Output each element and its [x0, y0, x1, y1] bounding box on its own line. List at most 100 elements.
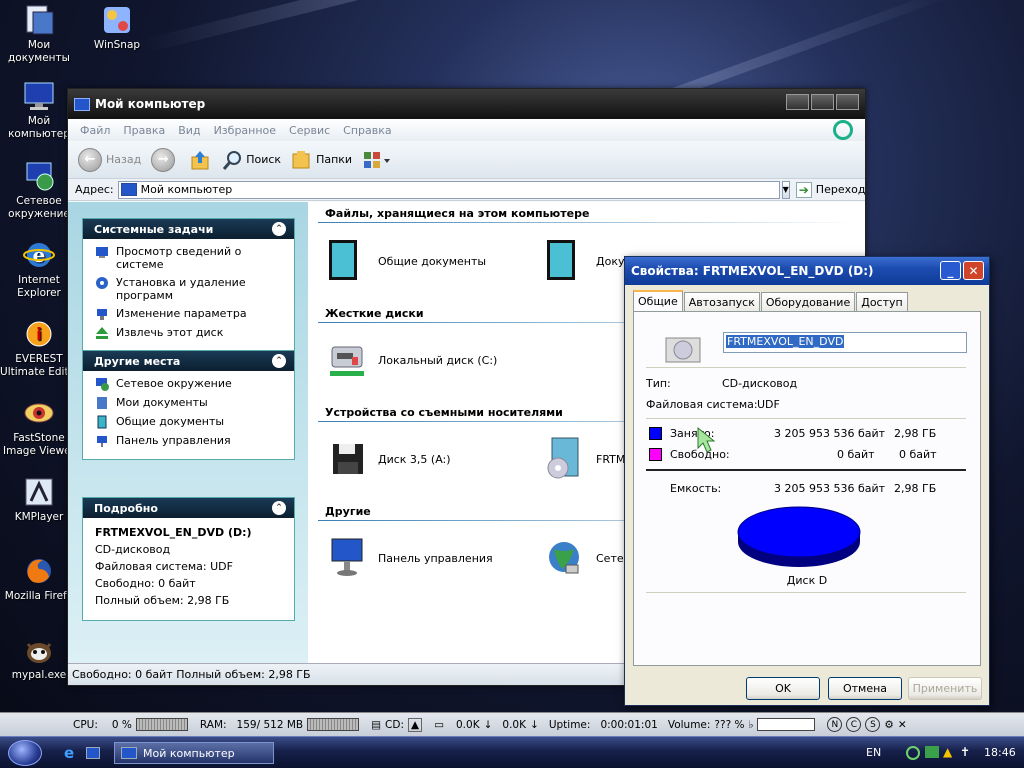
desktop-icon-label: Мои документы [8, 39, 70, 64]
task-view-system-info[interactable]: Просмотр сведений о системе [95, 245, 286, 271]
ok-button[interactable]: OK [746, 677, 820, 700]
used-gb: 2,98 ГБ [894, 427, 937, 440]
menu-file[interactable]: Файл [80, 124, 110, 137]
clock[interactable]: 18:46 [984, 746, 1016, 759]
toolbar: ← Назад → Поиск Папки [68, 141, 865, 179]
item-shared-documents[interactable]: Общие документы [326, 238, 486, 284]
task-change-setting[interactable]: Изменение параметра [95, 307, 286, 321]
tab-general[interactable]: Общие [633, 290, 683, 311]
system-tasks-header[interactable]: Системные задачи ⌃ [83, 219, 294, 239]
place-shared-documents[interactable]: Общие документы [95, 415, 286, 429]
control-panel-icon [326, 535, 368, 581]
menu-tools[interactable]: Сервис [289, 124, 330, 137]
close-monitor-icon[interactable]: ✕ [898, 719, 907, 731]
caps-lock-icon: C [846, 717, 862, 732]
net-up-value: 0.0K [502, 718, 526, 731]
views-icon [364, 151, 391, 168]
language-indicator[interactable]: EN [866, 746, 881, 759]
place-my-documents[interactable]: Мои документы [95, 396, 286, 410]
menu-view[interactable]: Вид [178, 124, 200, 137]
cpu-value: 0 % [111, 718, 132, 731]
desktop-icon-my-documents[interactable]: Мои документы [0, 4, 78, 65]
used-color-swatch [649, 427, 662, 440]
start-button[interactable] [8, 740, 42, 766]
kmplayer-icon [23, 476, 55, 508]
details-header[interactable]: Подробно ⌃ [83, 498, 294, 518]
menu-edit[interactable]: Правка [123, 124, 165, 137]
tab-autoplay[interactable]: Автозапуск [683, 292, 760, 311]
views-button[interactable] [362, 149, 392, 171]
my-documents-icon [23, 4, 55, 36]
maximize-button[interactable] [811, 94, 834, 110]
taskbar-button-my-computer[interactable]: Мой компьютер [114, 742, 274, 764]
dialog-close-button[interactable]: ✕ [963, 261, 984, 280]
forward-button[interactable]: → [151, 147, 179, 172]
collapse-chevron-icon[interactable]: ⌃ [272, 501, 286, 515]
item-local-disk-c[interactable]: Локальный диск (C:) [326, 337, 497, 383]
type-label: Тип: [646, 377, 671, 390]
address-dropdown-button[interactable]: ▼ [781, 180, 790, 199]
up-button[interactable] [189, 149, 211, 171]
upload-arrow-icon: ↓ [530, 718, 539, 731]
tab-sharing[interactable]: Доступ [856, 292, 908, 311]
folder-up-icon [191, 150, 209, 169]
tray-update-icon[interactable] [906, 746, 920, 760]
task-eject-disc[interactable]: Извлечь этот диск [95, 326, 286, 340]
hard-disk-icon [326, 337, 368, 383]
tray-tools-icon[interactable]: ✝ [960, 745, 970, 759]
cancel-button[interactable]: Отмена [828, 677, 902, 700]
back-button[interactable]: ← Назад [78, 147, 141, 172]
collapse-chevron-icon[interactable]: ⌃ [272, 354, 286, 368]
cd-eject-button[interactable]: ▲ [408, 717, 423, 732]
place-network[interactable]: Сетевое окружение [95, 377, 286, 391]
capacity-label: Емкость: [670, 482, 722, 495]
volume-name-input[interactable]: FRTMEXVOL_EN_DVD [723, 332, 967, 353]
cpu-meter [135, 718, 188, 731]
item-floppy-a[interactable]: Диск 3,5 (A:) [326, 436, 451, 482]
winsnap-icon [101, 4, 133, 36]
item-dvd-drive[interactable]: FRTM [544, 436, 625, 482]
explorer-titlebar[interactable]: Мой компьютер [68, 89, 865, 119]
volume-slider[interactable] [757, 718, 816, 731]
ie-icon: e [23, 239, 55, 271]
tab-hardware[interactable]: Оборудование [760, 292, 856, 311]
my-documents-icon [97, 397, 107, 409]
svg-text:e: e [33, 243, 46, 267]
place-control-panel[interactable]: Панель управления [95, 434, 286, 448]
tray-warning-icon[interactable]: ▲ [943, 745, 952, 759]
collapse-chevron-icon[interactable]: ⌃ [272, 222, 286, 236]
volume-value: ??? % [714, 718, 745, 731]
other-places-header[interactable]: Другие места ⌃ [83, 351, 294, 371]
item-documents[interactable]: Доку [544, 238, 624, 284]
documents-folder-icon [544, 238, 586, 284]
task-add-remove-programs[interactable]: Установка и удаление программ [95, 276, 286, 302]
minimize-button[interactable] [786, 94, 809, 110]
group-header-hard-disks: Жесткие диски [325, 307, 424, 320]
tray-network-icon[interactable] [925, 746, 939, 758]
search-button[interactable]: Поиск [221, 149, 281, 171]
menu-favorites[interactable]: Избранное [214, 124, 276, 137]
folders-button[interactable]: Папки [291, 149, 352, 171]
dialog-minimize-button[interactable]: _ [940, 261, 961, 280]
go-arrow-icon: ➔ [795, 181, 812, 198]
cd-drive-icon [665, 337, 701, 363]
close-button[interactable] [836, 94, 859, 110]
address-input[interactable]: Мой компьютер [117, 180, 780, 199]
firefox-icon [23, 555, 55, 587]
settings-gear-icon[interactable]: ⚙ [884, 719, 893, 731]
item-network[interactable]: Сете [544, 535, 624, 581]
quicklaunch-ie-icon[interactable]: e [64, 744, 74, 762]
desktop-icon-winsnap[interactable]: WinSnap [78, 4, 156, 52]
item-control-panel[interactable]: Панель управления [326, 535, 493, 581]
menu-help[interactable]: Справка [343, 124, 391, 137]
other-places-panel: Другие места ⌃ Сетевое окружение Мои доку… [82, 350, 295, 460]
apply-button[interactable]: Применить [908, 677, 982, 700]
dialog-titlebar[interactable]: Свойства: FRTMEXVOL_EN_DVD (D:) _ ✕ [625, 257, 989, 285]
svg-text:i: i [36, 325, 42, 345]
quicklaunch-desktop-icon[interactable] [86, 747, 100, 759]
capacity-gb: 2,98 ГБ [894, 482, 937, 495]
go-button[interactable]: ➔ Переход [795, 181, 865, 198]
download-arrow-icon: ↓ [483, 718, 493, 731]
windows-logo-icon [833, 120, 853, 140]
ram-label: RAM: [199, 718, 227, 731]
